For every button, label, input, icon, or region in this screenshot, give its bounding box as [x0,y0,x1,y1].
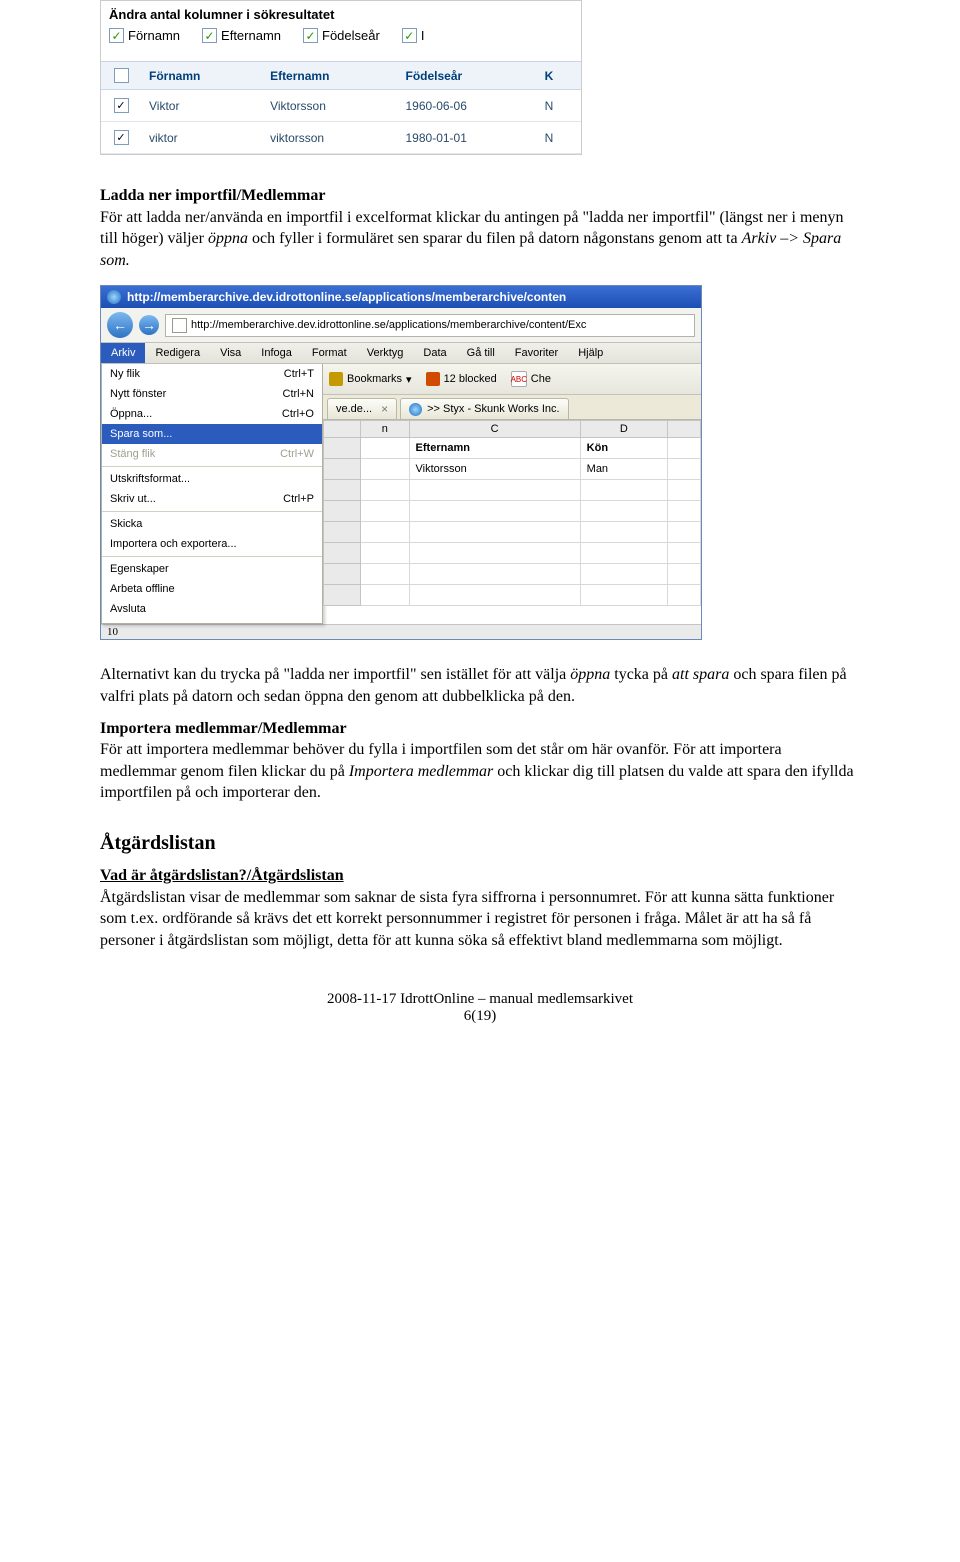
toolbar-blocked[interactable]: 12 blocked [426,372,497,386]
spreadsheet-area: Bookmarks▾ 12 blocked ABC Che ve.de... × [323,364,701,624]
table-row[interactable]: ✓ viktor viktorsson 1980-01-01 N [101,122,581,154]
menu-redigera[interactable]: Redigera [145,343,210,363]
subheading-atgard: Vad är åtgärdslistan?/Åtgärdslistan [100,867,344,884]
section-atgard: Vad är åtgärdslistan?/Åtgärdslistan Åtgä… [100,865,860,951]
menu-item-stang-flik: Stäng flik Ctrl+W [102,444,322,464]
table-header-fornamn[interactable]: Förnamn [141,62,262,90]
column-checkbox-extra[interactable]: ✓ I [402,28,425,43]
checkmark-icon: ✓ [202,28,217,43]
heading-ladda: Ladda ner importfil/Medlemmar [100,187,325,204]
address-bar-row: ← → http://memberarchive.dev.idrottonlin… [101,308,701,343]
menu-favoriter[interactable]: Favoriter [505,343,568,363]
menu-item-skriv-ut[interactable]: Skriv ut... Ctrl+P [102,489,322,509]
abc-icon: ABC [511,371,527,387]
checkbox-label: I [421,28,425,43]
menu-gatill[interactable]: Gå till [457,343,505,363]
row-number: 10 [101,624,701,639]
cell-fornamn: viktor [141,122,262,154]
cell-efternamn: Viktorsson [262,90,397,122]
star-icon [329,372,343,386]
column-checkbox-fodelsear[interactable]: ✓ Födelseår [303,28,380,43]
checkmark-icon: ✓ [402,28,417,43]
menu-item-avsluta[interactable]: Avsluta [102,599,322,619]
footer-page: 6(19) [464,1008,497,1024]
address-bar[interactable]: http://memberarchive.dev.idrottonline.se… [165,314,695,337]
checkbox-label: Födelseår [322,28,380,43]
cell-ar: 1980-01-01 [398,122,537,154]
cell-k: N [537,90,581,122]
back-button[interactable]: ← [107,312,133,338]
browser-tab[interactable]: >> Styx - Skunk Works Inc. [400,398,568,419]
section-alternative: Alternativt kan du trycka på "ladda ner … [100,664,860,707]
heading-importera: Importera medlemmar/Medlemmar [100,720,347,737]
menu-hjalp[interactable]: Hjälp [568,343,613,363]
page-icon [172,318,187,333]
cell-ar: 1960-06-06 [398,90,537,122]
heading-atgardslistan: Åtgärdslistan [100,832,860,855]
menu-item-import-export[interactable]: Importera och exportera... [102,534,322,554]
ie-icon [409,403,422,416]
checkbox-label: Förnamn [128,28,180,43]
ie-icon [107,290,121,304]
toolbar-bookmarks[interactable]: Bookmarks▾ [329,372,412,386]
panel-title: Ändra antal kolumner i sökresultatet [101,1,581,26]
cell-fornamn: Viktor [141,90,262,122]
menu-item-spara-som[interactable]: Spara som... [102,424,322,444]
menu-format[interactable]: Format [302,343,357,363]
checkmark-icon: ✓ [109,28,124,43]
cell-efternamn: viktorsson [262,122,397,154]
menu-item-arbeta-offline[interactable]: Arbeta offline [102,579,322,599]
forward-button[interactable]: → [139,315,159,335]
row-checkbox[interactable]: ✓ [114,130,129,145]
tab-strip: ve.de... × >> Styx - Skunk Works Inc. [323,395,701,420]
checkmark-icon: ✓ [303,28,318,43]
menu-item-oppna[interactable]: Öppna... Ctrl+O [102,404,322,424]
close-icon[interactable]: × [381,402,388,416]
block-icon [426,372,440,386]
menu-item-ny-flik[interactable]: Ny flik Ctrl+T [102,364,322,384]
table-header-k[interactable]: K [537,62,581,90]
table-header-check[interactable] [101,62,141,90]
address-text: http://memberarchive.dev.idrottonline.se… [191,319,586,331]
table-header-efternamn[interactable]: Efternamn [262,62,397,90]
window-title: http://memberarchive.dev.idrottonline.se… [127,290,566,304]
browser-tab[interactable]: ve.de... × [327,398,397,419]
excel-grid[interactable]: n C D Efternamn Kön [323,420,701,606]
menu-item-nytt-fonster[interactable]: Nytt fönster Ctrl+N [102,384,322,404]
footer-line1: 2008-11-17 IdrottOnline – manual medlems… [327,991,633,1007]
menu-infoga[interactable]: Infoga [251,343,302,363]
table-header-fodelsear[interactable]: Födelseår [398,62,537,90]
arkiv-dropdown: Ny flik Ctrl+T Nytt fönster Ctrl+N Öppna… [101,364,323,624]
section-ladda: Ladda ner importfil/Medlemmar För att la… [100,185,860,271]
column-checkbox-fornamn[interactable]: ✓ Förnamn [109,28,180,43]
toolbar-spellcheck[interactable]: ABC Che [511,371,551,387]
menu-arkiv[interactable]: Arkiv [101,343,145,363]
section-importera: Importera medlemmar/Medlemmar För att im… [100,718,860,804]
page-footer: 2008-11-17 IdrottOnline – manual medlems… [100,991,860,1025]
column-checkbox-efternamn[interactable]: ✓ Efternamn [202,28,281,43]
row-checkbox[interactable]: ✓ [114,98,129,113]
menu-visa[interactable]: Visa [210,343,251,363]
menu-bar: Arkiv Redigera Visa Infoga Format Verkty… [101,343,701,364]
menu-verktyg[interactable]: Verktyg [357,343,414,363]
menu-item-egenskaper[interactable]: Egenskaper [102,559,322,579]
menu-item-utskriftsformat[interactable]: Utskriftsformat... [102,469,322,489]
checkbox-label: Efternamn [221,28,281,43]
search-columns-panel: Ändra antal kolumner i sökresultatet ✓ F… [100,0,582,155]
table-row[interactable]: ✓ Viktor Viktorsson 1960-06-06 N [101,90,581,122]
menu-item-skicka[interactable]: Skicka [102,514,322,534]
menu-data[interactable]: Data [413,343,456,363]
ie-window: http://memberarchive.dev.idrottonline.se… [100,285,702,640]
results-table: Förnamn Efternamn Födelseår K ✓ Viktor V… [101,61,581,154]
window-titlebar: http://memberarchive.dev.idrottonline.se… [101,286,701,308]
cell-k: N [537,122,581,154]
